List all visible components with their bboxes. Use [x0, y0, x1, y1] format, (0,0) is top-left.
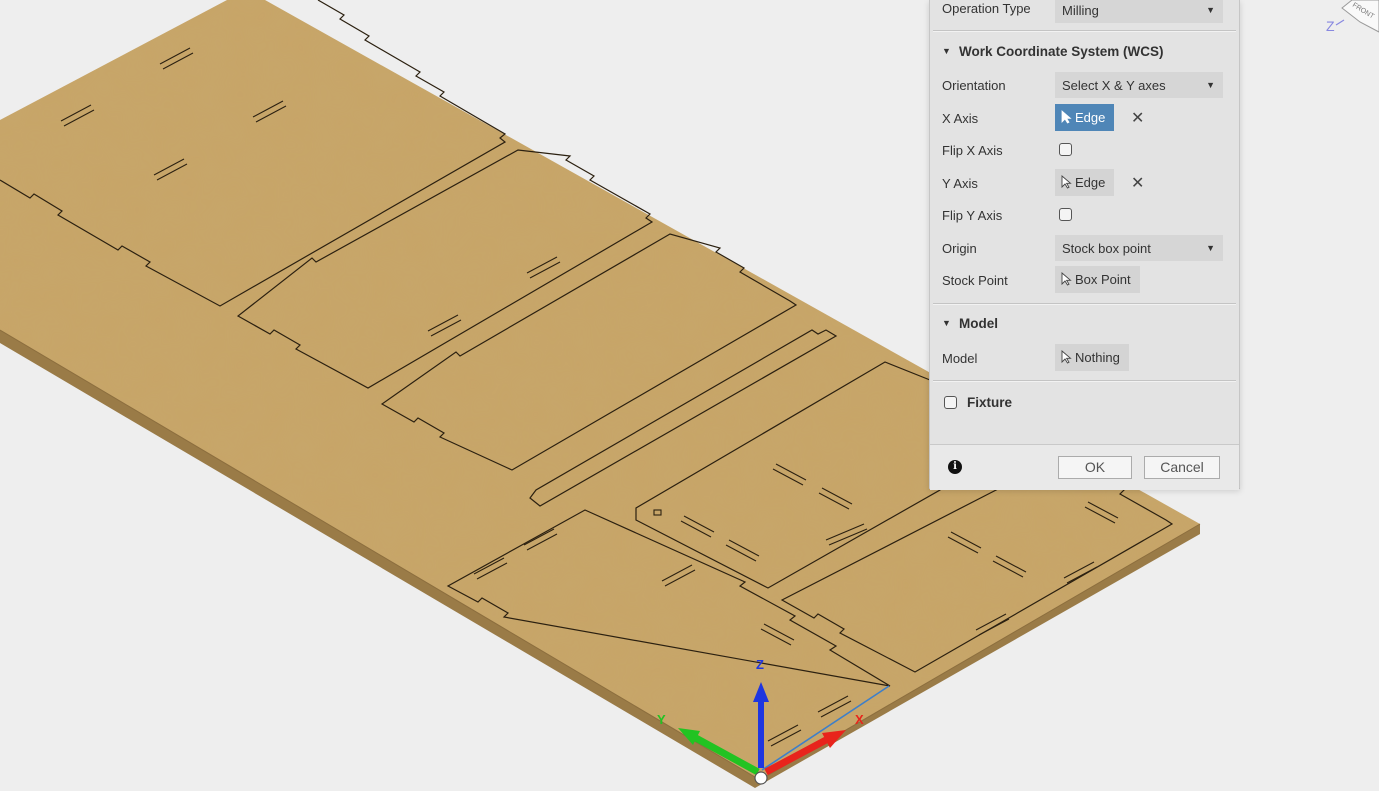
- origin-value: Stock box point: [1062, 241, 1151, 256]
- collapse-triangle-icon: ▼: [942, 46, 951, 56]
- origin-point[interactable]: [754, 771, 768, 785]
- fixture-checkbox[interactable]: [944, 396, 957, 409]
- x-axis-select-button[interactable]: Edge: [1055, 104, 1115, 131]
- cursor-pointer-icon: [1061, 272, 1072, 286]
- stock-point-label: Stock Point: [942, 273, 1008, 288]
- wcs-section-title: Work Coordinate System (WCS): [959, 44, 1164, 59]
- operation-type-row: Operation Type Milling ▼: [930, 0, 1239, 23]
- operation-type-value: Milling: [1062, 3, 1099, 18]
- chevron-down-icon: ▼: [1206, 80, 1215, 90]
- cursor-pointer-icon: [1061, 175, 1072, 189]
- x-axis-label: X: [855, 712, 864, 727]
- stock-point-select-button[interactable]: Box Point: [1055, 266, 1140, 293]
- view-cube[interactable]: Z FRONT: [1320, 0, 1379, 40]
- origin-row: Origin Stock box point ▼: [930, 234, 1239, 262]
- ok-button[interactable]: OK: [1058, 456, 1132, 479]
- model-select-button[interactable]: Nothing: [1055, 344, 1129, 371]
- stock-point-row: Stock Point Box Point: [930, 266, 1239, 294]
- collapse-triangle-icon: ▼: [942, 318, 951, 328]
- x-axis-value: Edge: [1075, 110, 1106, 125]
- model-label: Model: [942, 351, 978, 366]
- flip-x-label: Flip X Axis: [942, 143, 1003, 158]
- wcs-section-header[interactable]: ▼ Work Coordinate System (WCS): [930, 39, 1239, 65]
- model-row: Model Nothing: [930, 344, 1239, 372]
- setup-dialog: Operation Type Milling ▼ ▼ Work Coordina…: [929, 0, 1240, 490]
- fixture-row: Fixture: [930, 390, 1239, 416]
- viewcube-z-axis-line: [1335, 19, 1345, 26]
- cursor-pointer-icon: [1061, 110, 1072, 124]
- divider: [933, 303, 1236, 305]
- flip-y-checkbox[interactable]: [1059, 208, 1072, 221]
- orientation-value: Select X & Y axes: [1062, 78, 1166, 93]
- flip-x-checkbox[interactable]: [1059, 143, 1072, 156]
- z-axis-label: Z: [756, 657, 764, 672]
- operation-type-label: Operation Type: [942, 1, 1031, 16]
- flip-y-label: Flip Y Axis: [942, 208, 1003, 223]
- dialog-footer: i OK Cancel: [930, 444, 1239, 490]
- y-axis-select-button[interactable]: Edge: [1055, 169, 1115, 196]
- x-axis-row: X Axis Edge ✕: [930, 104, 1239, 132]
- orientation-label: Orientation: [942, 78, 1006, 93]
- clear-y-axis-icon[interactable]: ✕: [1131, 173, 1144, 193]
- y-axis-value: Edge: [1075, 175, 1106, 190]
- divider: [933, 380, 1236, 382]
- orientation-row: Orientation Select X & Y axes ▼: [930, 71, 1239, 99]
- chevron-down-icon: ▼: [1206, 5, 1215, 15]
- x-axis-label: X Axis: [942, 111, 979, 126]
- y-axis-row: Y Axis Edge ✕: [930, 169, 1239, 197]
- info-icon[interactable]: i: [948, 460, 962, 474]
- orientation-dropdown[interactable]: Select X & Y axes ▼: [1055, 72, 1223, 98]
- flip-x-row: Flip X Axis: [930, 136, 1239, 164]
- divider: [933, 30, 1236, 32]
- stock-point-value: Box Point: [1075, 272, 1131, 287]
- model-section-header[interactable]: ▼ Model: [930, 311, 1239, 337]
- viewcube-z-label: Z: [1326, 18, 1335, 34]
- origin-dropdown[interactable]: Stock box point ▼: [1055, 235, 1223, 261]
- clear-x-axis-icon[interactable]: ✕: [1131, 108, 1144, 128]
- model-section-title: Model: [959, 316, 998, 331]
- flip-y-row: Flip Y Axis: [930, 201, 1239, 229]
- operation-type-dropdown[interactable]: Milling ▼: [1055, 0, 1223, 23]
- origin-label: Origin: [942, 241, 977, 256]
- y-axis-label: Y Axis: [942, 176, 978, 191]
- fixture-label: Fixture: [967, 395, 1013, 410]
- cursor-pointer-icon: [1061, 350, 1072, 364]
- y-axis-label: Y: [657, 712, 666, 727]
- cancel-button[interactable]: Cancel: [1144, 456, 1220, 479]
- chevron-down-icon: ▼: [1206, 243, 1215, 253]
- model-value: Nothing: [1075, 350, 1120, 365]
